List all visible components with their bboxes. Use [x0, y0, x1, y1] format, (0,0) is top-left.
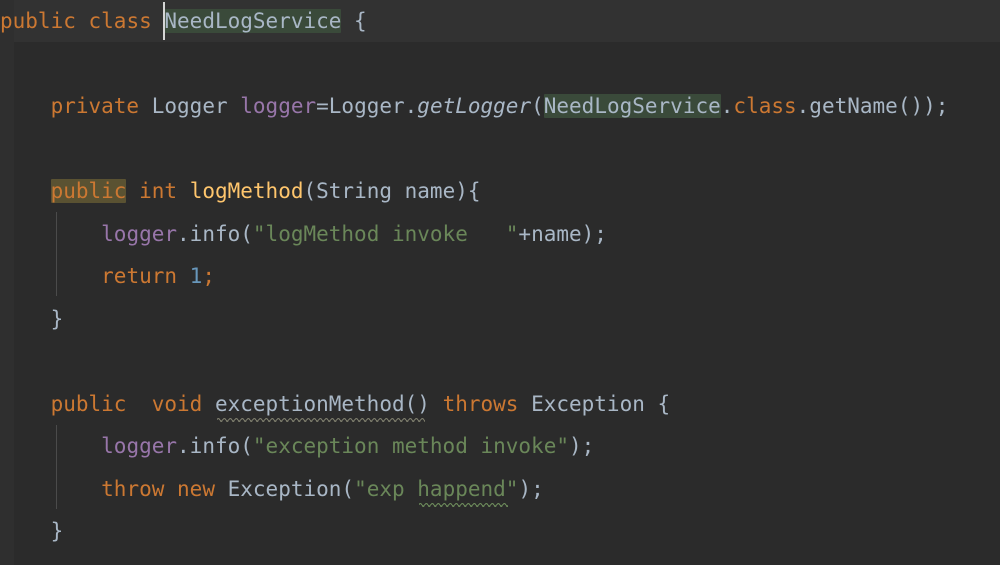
code-token: (	[341, 476, 355, 501]
code-token: "exception method invoke"	[252, 434, 569, 458]
code-token: getName	[809, 94, 898, 118]
code-line[interactable]: private Logger logger=Logger.getLogger(N…	[0, 85, 948, 128]
code-token: String	[316, 179, 392, 203]
code-token: ){	[455, 179, 481, 203]
code-token: "logMethod invoke "	[252, 221, 519, 246]
code-token: exceptionMethod	[214, 391, 405, 416]
code-token: name	[531, 221, 582, 246]
code-token: Exception	[227, 476, 342, 501]
code-token: ;	[202, 264, 215, 288]
code-token: (	[531, 94, 544, 118]
code-line[interactable]: public class NeedLogService {	[0, 0, 367, 43]
code-token: .	[720, 94, 734, 118]
code-token: .	[177, 221, 190, 246]
code-token: ()	[404, 391, 443, 416]
code-token: "exp happend"	[354, 476, 519, 501]
code-token: +	[518, 221, 532, 246]
code-token: Exception	[531, 391, 645, 416]
code-token: .	[404, 94, 418, 118]
code-token: }	[0, 306, 64, 331]
text-caret	[163, 2, 165, 40]
code-token: );	[518, 476, 544, 501]
code-token: info	[189, 221, 241, 246]
code-line[interactable]: public int logMethod(String name){	[0, 170, 481, 213]
code-token: }	[0, 519, 64, 543]
code-line[interactable]: logger.info("logMethod invoke "+name);	[0, 213, 607, 256]
code-token: {	[341, 9, 367, 33]
code-token: info	[189, 434, 241, 458]
code-token: logger	[240, 94, 317, 118]
code-token: name	[392, 179, 456, 203]
code-line[interactable]: logger.info("exception method invoke");	[0, 425, 594, 468]
code-token: Logger	[328, 94, 405, 118]
code-token: .	[796, 94, 810, 118]
code-token: logger	[101, 221, 178, 246]
code-line[interactable]: }	[0, 298, 64, 341]
code-token: throw	[101, 476, 165, 501]
code-token: (	[240, 434, 253, 458]
code-token: private	[50, 94, 140, 118]
code-token: );	[581, 221, 607, 246]
code-line[interactable]: }	[0, 510, 64, 553]
code-token: (	[240, 221, 253, 246]
code-token: Logger	[151, 94, 228, 118]
code-token: );	[568, 434, 595, 458]
code-token: ());	[897, 94, 949, 118]
code-token: logger	[101, 434, 178, 458]
code-token: return	[101, 264, 178, 288]
code-token: new	[177, 476, 215, 501]
code-token: void	[151, 391, 203, 416]
exception-method-warning	[217, 418, 425, 422]
code-token: NeedLogService	[164, 9, 342, 33]
code-token: =	[316, 94, 329, 118]
code-token: {	[644, 391, 671, 416]
happend-typo	[419, 503, 508, 507]
code-token: class	[733, 94, 797, 118]
code-line[interactable]: return 1;	[0, 255, 215, 298]
code-token: (	[303, 179, 317, 203]
code-token: logMethod	[189, 179, 304, 203]
code-token: 1	[189, 264, 203, 288]
code-token: NeedLogService	[543, 94, 721, 118]
code-token: .	[177, 434, 190, 458]
code-token: getLogger	[417, 94, 532, 118]
code-token: int	[139, 179, 178, 203]
code-token: class	[88, 9, 152, 33]
code-editor[interactable]: public class NeedLogService { private Lo…	[0, 0, 1000, 565]
code-token: public	[50, 391, 127, 416]
code-token: public	[50, 179, 127, 203]
code-token: public	[0, 9, 76, 33]
code-token: throws	[442, 391, 519, 416]
